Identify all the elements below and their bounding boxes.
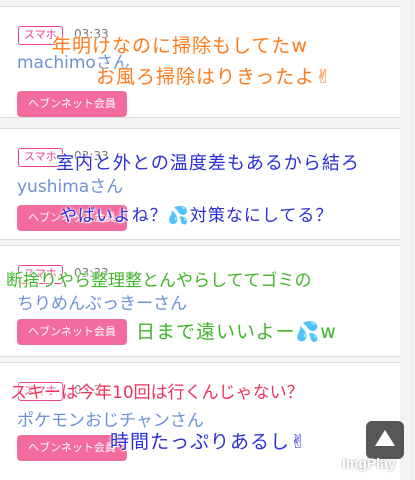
member-button[interactable]: ヘブンネット会員 xyxy=(17,91,127,117)
overlay-text: 年明けなのに掃除もしてたw xyxy=(52,35,308,57)
overlay-text: やばいよね？💦対策なにしてる？ xyxy=(60,206,334,226)
username-link[interactable]: yushimaさん xyxy=(17,172,123,197)
overlay-text: 断捨りやら整理整とんやらしててゴミの xyxy=(6,271,312,291)
watermark: ImgPlay xyxy=(342,455,396,471)
scroll-to-top-icon xyxy=(375,430,395,446)
overlay-text: スキーは今年10回は行くんじゃない？ xyxy=(10,383,304,403)
scroll-to-top-button[interactable] xyxy=(366,421,404,459)
overlay-text: 時間たっぷりあるし✌ xyxy=(110,431,307,453)
overlay-text: 日まで遠いいよー💦w xyxy=(136,321,337,343)
overlay-text: お風ろ掃除はりきったよ✌ xyxy=(96,66,333,88)
comment-feed: スマホ 03:33 machimoさん ヘブンネット会員 スマホ 03:33 y… xyxy=(0,0,415,480)
scrollbar[interactable] xyxy=(411,0,414,480)
overlay-text: 室内と外との温度差もあるから結ろ xyxy=(56,153,360,174)
member-button[interactable]: ヘブンネット会員 xyxy=(17,319,127,345)
username-link[interactable]: ちりめんぶっきーさん xyxy=(17,289,187,314)
